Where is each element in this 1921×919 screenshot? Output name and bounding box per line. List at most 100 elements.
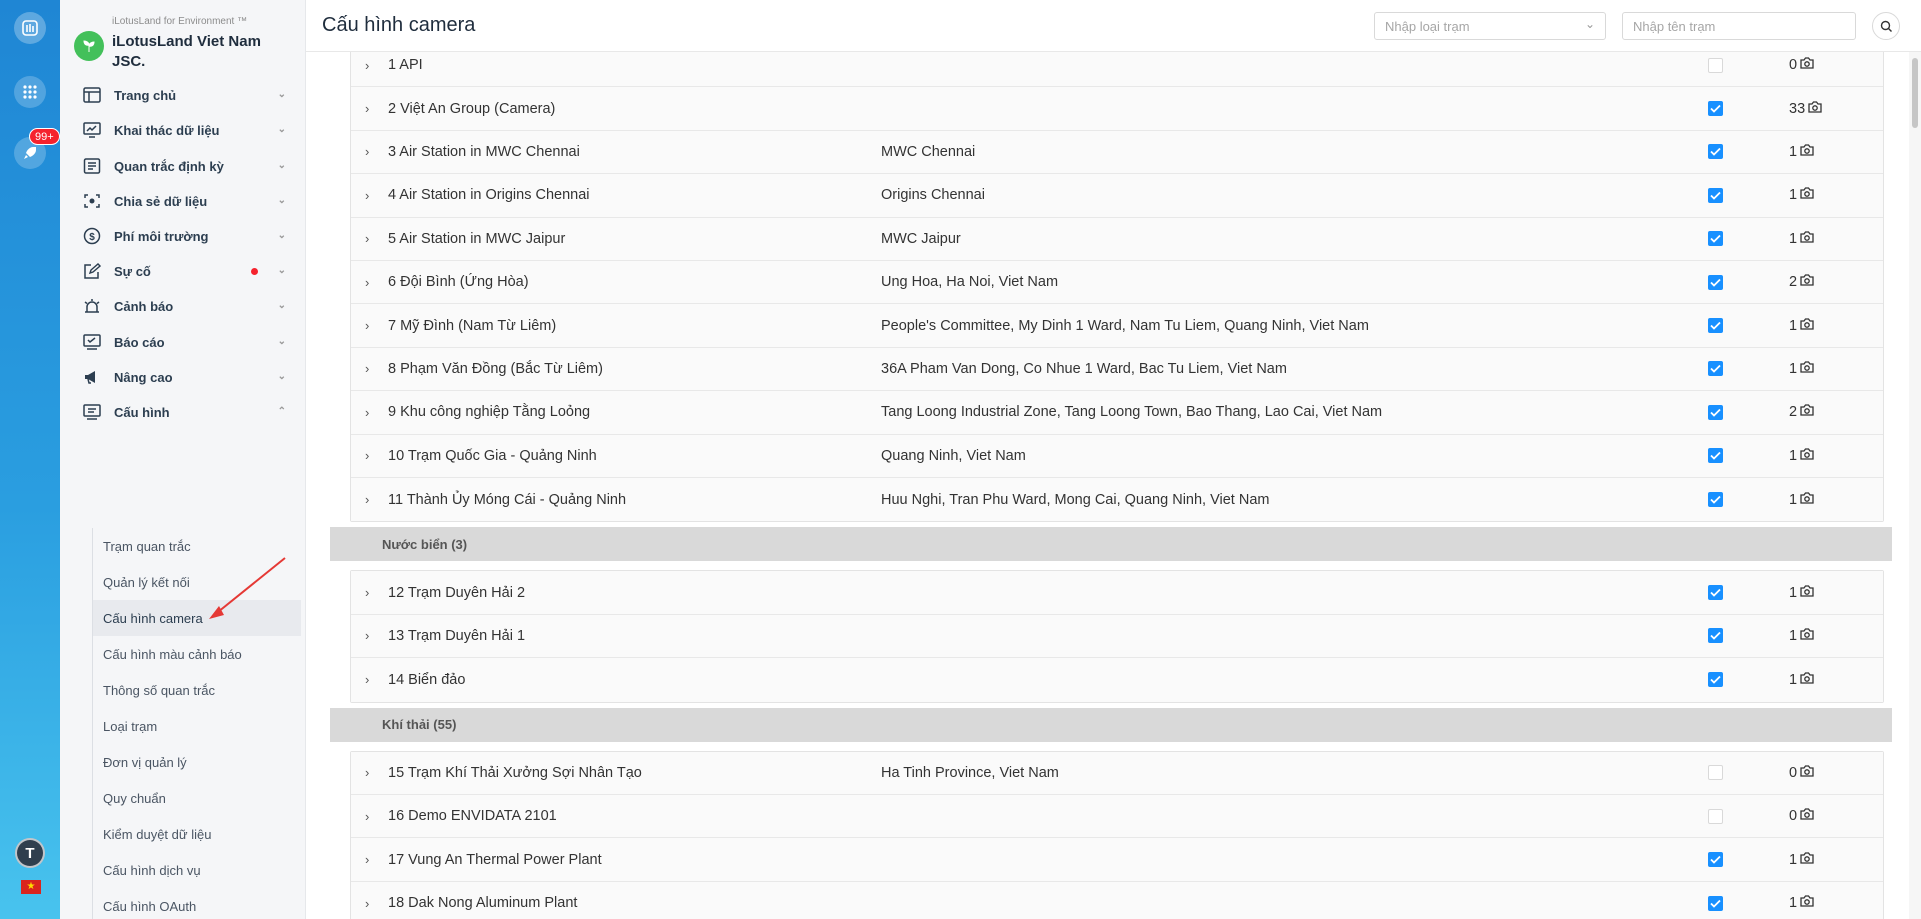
- expand-icon[interactable]: ›: [365, 188, 369, 203]
- station-row[interactable]: › 3 Air Station in MWC Chennai MWC Chennai…: [351, 130, 1883, 175]
- camera-enabled-checkbox[interactable]: [1708, 187, 1723, 203]
- camera-enabled-checkbox[interactable]: [1708, 318, 1723, 334]
- submenu-item[interactable]: Cấu hình dịch vụ: [93, 852, 301, 888]
- camera-enabled-checkbox[interactable]: [1708, 765, 1723, 781]
- user-avatar[interactable]: T: [15, 838, 45, 868]
- expand-icon[interactable]: ›: [365, 809, 369, 824]
- camera-enabled-checkbox[interactable]: [1708, 672, 1723, 688]
- expand-icon[interactable]: ›: [365, 448, 369, 463]
- station-row[interactable]: › 10 Trạm Quốc Gia - Quảng Ninh Quang Ninh…: [351, 434, 1883, 478]
- station-row[interactable]: › 13 Trạm Duyên Hải 1 1: [351, 614, 1883, 659]
- expand-icon[interactable]: ›: [365, 672, 369, 687]
- camera-enabled-checkbox[interactable]: [1708, 895, 1723, 911]
- org-logo-icon: [74, 31, 104, 61]
- monitor-chart-icon: [82, 120, 102, 140]
- station-row[interactable]: › 14 Biển đảo 1: [351, 658, 1883, 702]
- submenu-item[interactable]: Cấu hình camera: [93, 600, 301, 636]
- expand-icon[interactable]: ›: [365, 58, 369, 73]
- station-row[interactable]: › 5 Air Station in MWC Jaipur MWC Jaipur 1: [351, 217, 1883, 261]
- station-row[interactable]: › 16 Demo ENVIDATA 2101 0: [351, 794, 1883, 839]
- expand-icon[interactable]: ›: [365, 275, 369, 290]
- station-row[interactable]: › 9 Khu công nghiệp Tằng Loỏng Tang Loong …: [351, 391, 1883, 435]
- camera-enabled-checkbox[interactable]: [1708, 361, 1723, 377]
- station-row[interactable]: › 1 API 0: [351, 52, 1883, 88]
- camera-enabled-checkbox[interactable]: [1708, 101, 1723, 117]
- expand-icon[interactable]: ›: [365, 492, 369, 507]
- chevron-down-icon: ⌄: [277, 160, 286, 171]
- sidebar-item-1[interactable]: Trang chủ ⌄: [60, 77, 305, 113]
- expand-icon[interactable]: ›: [365, 144, 369, 159]
- station-row[interactable]: › 11 Thành Ủy Móng Cái - Quảng Ninh Huu Ng…: [351, 477, 1883, 522]
- sidebar-item-4[interactable]: Chia sẻ dữ liệu ⌄: [60, 183, 305, 219]
- submenu-item[interactable]: Quy chuẩn: [93, 780, 301, 816]
- expand-icon[interactable]: ›: [365, 405, 369, 420]
- page-title: Cấu hình camera: [322, 14, 476, 36]
- sidebar-item-8[interactable]: Báo cáo ⌄: [60, 324, 305, 360]
- sidebar-item-6[interactable]: Sự cố ⌄: [60, 253, 305, 289]
- submenu-item[interactable]: Đơn vị quản lý: [93, 744, 301, 780]
- expand-icon[interactable]: ›: [365, 765, 369, 780]
- expand-icon[interactable]: ›: [365, 852, 369, 867]
- camera-enabled-checkbox[interactable]: [1708, 492, 1723, 508]
- station-row[interactable]: › 18 Dak Nong Aluminum Plant 1: [351, 881, 1883, 919]
- svg-text:$: $: [89, 232, 95, 243]
- camera-enabled-checkbox[interactable]: [1708, 628, 1723, 644]
- station-name: 11 Thành Ủy Móng Cái - Quảng Ninh: [388, 491, 627, 508]
- submenu-item[interactable]: Loại trạm: [93, 708, 301, 744]
- camera-enabled-checkbox[interactable]: [1708, 274, 1723, 290]
- camera-enabled-checkbox[interactable]: [1708, 448, 1723, 464]
- station-row[interactable]: › 2 Việt An Group (Camera) 33: [351, 87, 1883, 131]
- station-type-select[interactable]: Nhập loại trạm ⌄: [1374, 12, 1606, 40]
- camera-enabled-checkbox[interactable]: [1708, 852, 1723, 868]
- submenu-item[interactable]: Cấu hình OAuth: [93, 888, 301, 919]
- sidebar-item-label: Sự cố: [114, 263, 151, 279]
- station-row[interactable]: › 4 Air Station in Origins Chennai Origins…: [351, 174, 1883, 218]
- camera-enabled-checkbox[interactable]: [1708, 57, 1723, 73]
- station-name: 4 Air Station in Origins Chennai: [388, 187, 590, 204]
- camera-enabled-checkbox[interactable]: [1708, 585, 1723, 601]
- sidebar-item-9[interactable]: Nâng cao ⌄: [60, 359, 305, 395]
- camera-enabled-checkbox[interactable]: [1708, 404, 1723, 420]
- app-logo-icon[interactable]: [14, 12, 46, 44]
- submenu-item[interactable]: Kiểm duyệt dữ liệu: [93, 816, 301, 852]
- sidebar-item-label: Báo cáo: [114, 334, 165, 350]
- sidebar-item-10[interactable]: Cấu hình ⌃: [60, 394, 305, 430]
- station-row[interactable]: › 12 Trạm Duyên Hải 2 1: [351, 571, 1883, 615]
- camera-count: 1: [1789, 318, 1814, 334]
- camera-enabled-checkbox[interactable]: [1708, 231, 1723, 247]
- sidebar-item-3[interactable]: Quan trắc định kỳ ⌄: [60, 148, 305, 184]
- station-row[interactable]: › 17 Vung An Thermal Power Plant 1: [351, 838, 1883, 882]
- apps-grid-icon[interactable]: [14, 76, 46, 108]
- expand-icon[interactable]: ›: [365, 231, 369, 246]
- expand-icon[interactable]: ›: [365, 628, 369, 643]
- station-name: 3 Air Station in MWC Chennai: [388, 143, 580, 160]
- station-row[interactable]: › 8 Phạm Văn Đồng (Bắc Từ Liêm) 36A Pham V…: [351, 347, 1883, 392]
- station-address: People's Committee, My Dinh 1 Ward, Nam …: [881, 317, 1369, 334]
- scroll-thumb[interactable]: [1912, 58, 1918, 128]
- submenu-item[interactable]: Quản lý kết nối: [93, 564, 301, 600]
- expand-icon[interactable]: ›: [365, 585, 369, 600]
- vn-flag-icon[interactable]: ★: [21, 880, 41, 894]
- expand-icon[interactable]: ›: [365, 101, 369, 116]
- submenu-item[interactable]: Cấu hình màu cảnh báo: [93, 636, 301, 672]
- expand-icon[interactable]: ›: [365, 318, 369, 333]
- camera-icon: [1800, 672, 1814, 688]
- sidebar-item-7[interactable]: Cảnh báo ⌄: [60, 288, 305, 324]
- sidebar-item-5[interactable]: $ Phí môi trường ⌄: [60, 218, 305, 254]
- submenu-item[interactable]: Thông số quan trắc: [93, 672, 301, 708]
- expand-icon[interactable]: ›: [365, 896, 369, 911]
- station-row[interactable]: › 7 Mỹ Đình (Nam Từ Liêm) People's Committ…: [351, 304, 1883, 348]
- scrollbar[interactable]: [1909, 52, 1921, 919]
- sidebar-item-2[interactable]: Khai thác dữ liệu ⌄: [60, 112, 305, 148]
- station-name-input[interactable]: [1622, 12, 1856, 40]
- station-row[interactable]: › 6 Đội Bình (Ứng Hòa) Ung Hoa, Ha Noi, Vi…: [351, 260, 1883, 305]
- dashboard-icon: [82, 85, 102, 105]
- expand-icon[interactable]: ›: [365, 361, 369, 376]
- camera-enabled-checkbox[interactable]: [1708, 808, 1723, 824]
- submenu-item[interactable]: Trạm quan trắc: [93, 528, 301, 564]
- camera-enabled-checkbox[interactable]: [1708, 144, 1723, 160]
- station-row[interactable]: › 15 Trạm Khí Thải Xưởng Sợi Nhân Tạo Ha T…: [351, 751, 1883, 795]
- search-button[interactable]: [1872, 12, 1900, 40]
- form-icon: [82, 156, 102, 176]
- station-address: Ung Hoa, Ha Noi, Viet Nam: [881, 274, 1059, 291]
